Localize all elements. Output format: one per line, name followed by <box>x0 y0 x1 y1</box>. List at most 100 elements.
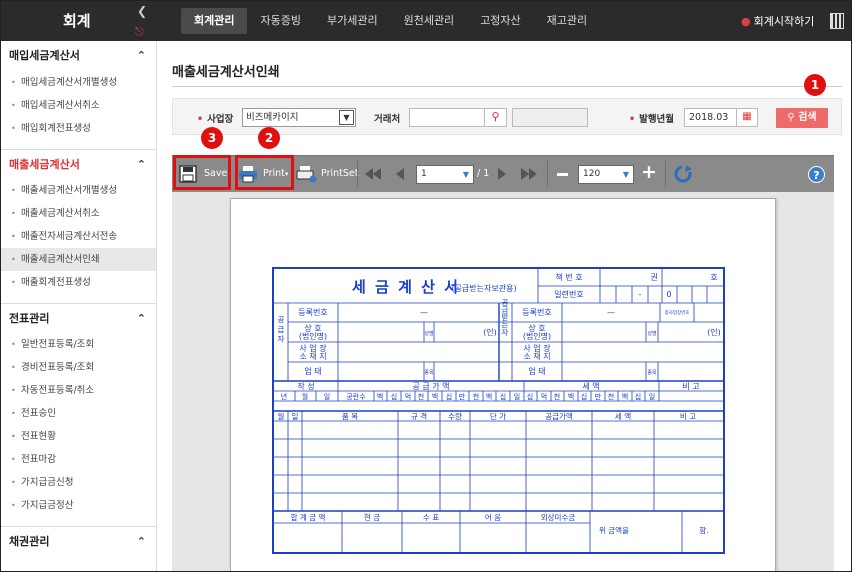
next-page-icon[interactable] <box>498 168 508 180</box>
serial-dash: - <box>639 290 642 299</box>
digit-label: 십 <box>500 392 506 401</box>
start-accounting-link[interactable]: ● 회계시작하기 <box>741 13 814 29</box>
sidebar-item[interactable]: 가지급금신청 <box>1 471 156 494</box>
receiver-name-sub: (법인명) <box>523 331 551 341</box>
sidebar-section-purchase[interactable]: 매입세금계산서 ⌃ <box>1 41 156 71</box>
tax-invoice-form: 세 금 계 산 서 (공급받는자보관용) 책 번 호 권 호 일련번호 - 0 … <box>272 267 725 554</box>
supplier-ceo-label: 성명 <box>424 330 433 337</box>
sidebar-section-receivables[interactable]: 채권관리 ⌃ <box>1 526 156 556</box>
sidebar-item[interactable]: 매입회계전표생성 <box>1 117 156 140</box>
digit-label: 백 <box>486 392 492 401</box>
last-page-icon[interactable] <box>521 168 537 180</box>
sidebar-item[interactable]: 매출세금계산서개별생성 <box>1 179 156 202</box>
sidebar-item[interactable]: 매입세금계산서개별생성 <box>1 71 156 94</box>
sidebar-section-voucher[interactable]: 전표관리 ⌃ <box>1 303 156 333</box>
supply-amount-label: 공 급 가 액 <box>412 381 449 391</box>
line-day-header: 일 <box>292 412 299 421</box>
chevron-down-icon: ▼ <box>462 170 469 179</box>
toolbar-separator <box>665 161 666 187</box>
sidebar-item-sales-invoice-print[interactable]: 매출세금계산서인쇄 <box>1 248 156 271</box>
nav-fixed-assets[interactable]: 고정자산 <box>467 8 533 34</box>
collapse-chevron-icon[interactable]: ❮ <box>137 4 147 18</box>
total-amount-label: 합 계 금 액 <box>291 512 326 522</box>
line-note-header: 비 고 <box>680 412 696 421</box>
biz-select[interactable]: 비즈메카이지 ▼ <box>242 108 356 127</box>
line-spec-header: 규 격 <box>411 411 427 421</box>
help-icon[interactable]: ? <box>808 166 825 183</box>
tax-digit-label: 십 <box>527 392 533 401</box>
main-nav: 회계관리 자동증빙 부가세관리 원천세관리 고정자산 재고관리 <box>181 8 600 34</box>
invoice-title: 세 금 계 산 서 <box>352 278 460 296</box>
sidebar-item[interactable]: 일반전표등록/조회 <box>1 333 156 356</box>
digit-label: 억 <box>405 393 411 401</box>
sidebar-item[interactable]: 가지급금정산 <box>1 494 156 517</box>
sidebar-item[interactable]: 자동전표등록/취소 <box>1 379 156 402</box>
nav-inventory[interactable]: 재고관리 <box>534 8 600 34</box>
zoom-out-icon[interactable] <box>557 173 568 176</box>
partner-input[interactable] <box>409 108 485 127</box>
search-icon[interactable]: ⚲ <box>484 108 507 127</box>
sidebar-item[interactable]: 경비전표등록/조회 <box>1 356 156 379</box>
receivable-label: 외상미수금 <box>541 512 576 522</box>
sidebar: 매입세금계산서⌃ 매입세금계산서개별생성 매입세금계산서취소 매입회계전표생성 … <box>1 41 157 571</box>
chevron-up-icon: ⌃ <box>136 312 146 325</box>
toolbar-separator <box>547 161 548 187</box>
nav-withholding[interactable]: 원천세관리 <box>391 8 468 34</box>
search-button[interactable]: ⚲ 검색 <box>776 108 828 128</box>
first-page-icon[interactable] <box>365 168 381 180</box>
tax-amount-label: 세 액 <box>582 381 599 391</box>
book-kwon-label: 권 <box>650 272 657 282</box>
sidebar-item[interactable]: 매출회계전표생성 <box>1 271 156 294</box>
tax-digit-label: 백 <box>622 392 628 401</box>
issue-month-input[interactable]: 2018.03 <box>684 108 738 127</box>
print-highlight <box>235 155 294 190</box>
page-number-input[interactable]: 1 ▼ <box>416 165 474 184</box>
sidebar-item[interactable]: 매입세금계산서취소 <box>1 94 156 117</box>
refresh-icon[interactable] <box>673 164 693 184</box>
printset-button[interactable]: PrintSet <box>296 159 358 189</box>
digit-label: 천 <box>473 392 479 401</box>
nav-auto-evidence[interactable]: 자동증빙 <box>247 8 313 34</box>
note-label: 비 고 <box>682 382 699 391</box>
nav-vat[interactable]: 부가세관리 <box>314 8 391 34</box>
line-price-header: 단 가 <box>490 411 506 421</box>
line-month-header: 월 <box>278 411 285 421</box>
print-settings-icon <box>296 165 317 182</box>
zoom-in-icon[interactable]: + <box>641 161 657 183</box>
receiver-seal: (인) <box>707 327 721 337</box>
toolbar-separator <box>357 161 358 187</box>
tax-digit-label: 천 <box>608 392 614 401</box>
prev-page-icon[interactable] <box>396 168 406 180</box>
headset-icon[interactable]: ⎋ <box>135 25 144 39</box>
check-label: 수 표 <box>423 513 439 522</box>
sidebar-item[interactable]: 전표승인 <box>1 402 156 425</box>
supplier-reg-label: 등록번호 <box>298 308 327 317</box>
supplier-item-label: 종목 <box>424 370 434 376</box>
calendar-icon[interactable]: ▦ <box>736 108 758 127</box>
line-supply-header: 공급가액 <box>545 411 573 421</box>
partner-label: 거래처 <box>374 114 401 125</box>
sidebar-item[interactable]: 전표마감 <box>1 448 156 471</box>
digit-label: 만 <box>459 392 466 401</box>
sidebar-item[interactable]: 매출전자세금계산서전송 <box>1 225 156 248</box>
tax-invoice-grid: 세 금 계 산 서 (공급받는자보관용) 책 번 호 권 호 일련번호 - 0 … <box>274 269 723 552</box>
page-title: 매출세금계산서인쇄 <box>172 65 280 80</box>
step-badge-2: 2 <box>258 127 280 149</box>
app-brand[interactable]: 회계 <box>1 1 157 41</box>
nav-accounting[interactable]: 회계관리 <box>181 8 248 34</box>
tax-digit-label: 백 <box>568 392 574 401</box>
supplier-type-label: 업 태 <box>304 367 321 376</box>
sidebar-item[interactable]: 전표현황 <box>1 425 156 448</box>
supplier-reg-dash: — <box>420 308 428 317</box>
tax-digit-label: 억 <box>541 393 547 401</box>
zoom-select[interactable]: 120 ▼ <box>578 165 634 184</box>
sidebar-item[interactable]: 매출세금계산서취소 <box>1 202 156 225</box>
calculator-icon[interactable] <box>830 13 844 29</box>
receiver-addr-sub: 소 재 지 <box>523 352 550 361</box>
sidebar-section-sales[interactable]: 매출세금계산서 ⌃ <box>1 149 156 179</box>
main-content: 매출세금계산서인쇄 • 사업장 비즈메카이지 ▼ 거래처 ⚲ • 발행년월 2018.… <box>158 41 851 571</box>
tax-digit-label: 만 <box>595 392 602 401</box>
month-label: 월 <box>302 392 308 401</box>
supplier-label: 공 급 자 <box>277 315 286 344</box>
line-item-header: 품 목 <box>342 412 358 421</box>
